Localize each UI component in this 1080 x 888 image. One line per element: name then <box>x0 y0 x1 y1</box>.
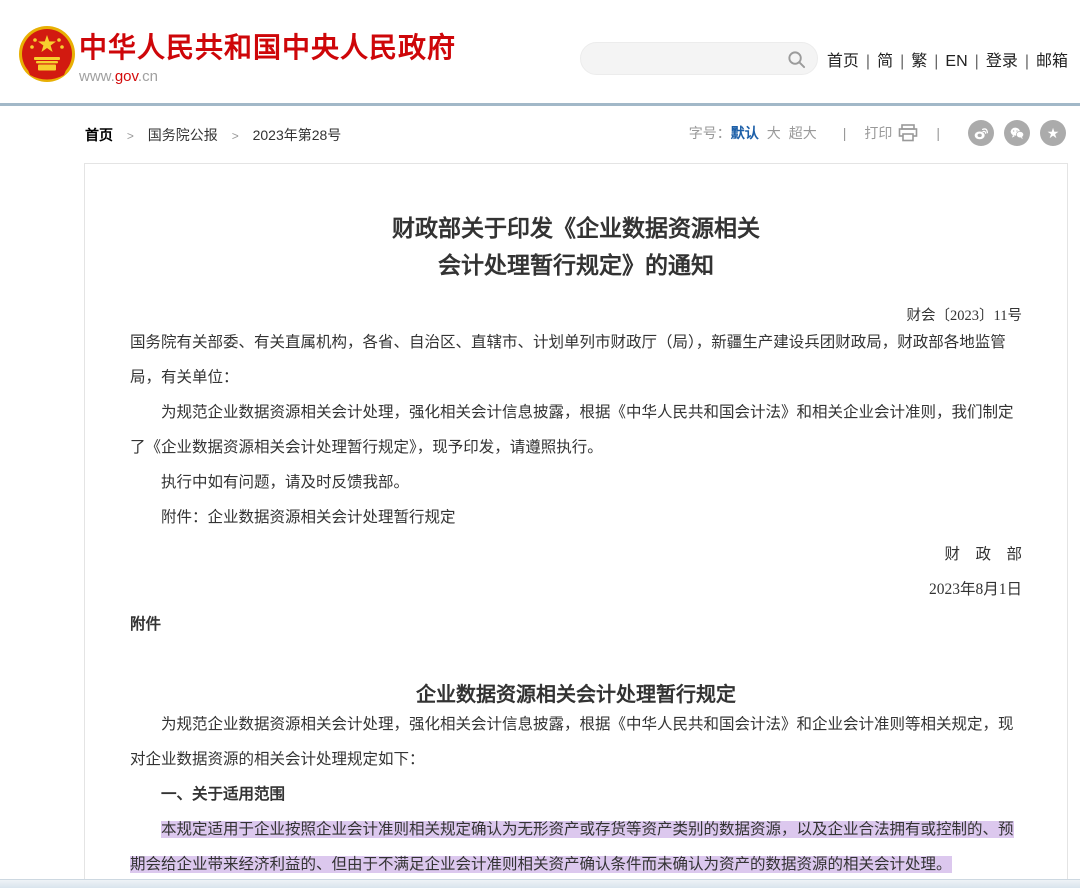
print-button[interactable]: 打印 <box>864 123 918 143</box>
signature-block: 财 政 部 2023年8月1日 <box>130 537 1022 607</box>
document-panel: 财政部关于印发《企业数据资源相关 会计处理暂行规定》的通知 财会〔2023〕11… <box>84 163 1068 888</box>
search-icon[interactable] <box>787 50 806 69</box>
font-size-xlarge-button[interactable]: 超大 <box>789 123 817 143</box>
toolbar-divider: | <box>936 125 940 141</box>
wechat-share-icon[interactable] <box>1004 120 1030 146</box>
document-number: 财会〔2023〕11号 <box>130 304 1022 325</box>
print-label: 打印 <box>864 123 892 143</box>
url-cn: .cn <box>138 68 158 85</box>
search-box <box>580 42 818 75</box>
nav-separator: | <box>1025 53 1029 70</box>
site-header: 中华人民共和国中央人民政府 www.gov.cn 首页 | 简 | 繁 | EN | 登录 | 邮箱 <box>0 0 1080 103</box>
site-brand: 中华人民共和国中央人民政府 www.gov.cn <box>79 33 456 85</box>
bottom-section-edge <box>0 879 1080 888</box>
breadcrumb: 首页 > 国务院公报 > 2023年第28号 <box>85 125 341 145</box>
favorite-star-icon[interactable]: ★ <box>1040 120 1066 146</box>
site-url: www.gov.cn <box>79 68 456 85</box>
top-nav: 首页 | 简 | 繁 | EN | 登录 | 邮箱 <box>827 47 1068 71</box>
highlight-selection: 本规定适用于企业按照企业会计准则相关规定确认为无形资产或存货等资产类别的数据资源… <box>130 821 1014 873</box>
attachment-title: 企业数据资源相关会计处理暂行规定 <box>130 678 1022 707</box>
addressee-paragraph: 国务院有关部委、有关直属机构，各省、自治区、直辖市、计划单列市财政厅（局），新疆… <box>130 325 1022 395</box>
font-size-label: 字号： <box>689 123 731 143</box>
breadcrumb-gazette[interactable]: 国务院公报 <box>148 127 218 143</box>
national-emblem-logo <box>18 25 76 83</box>
search-input[interactable] <box>595 43 775 74</box>
nav-separator: | <box>934 53 938 70</box>
print-icon <box>898 124 918 142</box>
breadcrumb-home[interactable]: 首页 <box>85 127 113 143</box>
nav-separator: | <box>975 53 979 70</box>
nav-mail[interactable]: 邮箱 <box>1036 53 1068 70</box>
breadcrumb-separator: > <box>127 129 134 143</box>
nav-home[interactable]: 首页 <box>827 53 859 70</box>
nav-english[interactable]: EN <box>945 53 967 70</box>
signature-date: 2023年8月1日 <box>130 572 1022 607</box>
site-title: 中华人民共和国中央人民政府 <box>79 33 456 63</box>
document-title: 财政部关于印发《企业数据资源相关 会计处理暂行规定》的通知 <box>130 210 1022 284</box>
document-title-line1: 财政部关于印发《企业数据资源相关 <box>130 210 1022 247</box>
document-title-line2: 会计处理暂行规定》的通知 <box>130 247 1022 284</box>
breadcrumb-current: 2023年第28号 <box>253 127 342 143</box>
body-paragraph-1: 为规范企业数据资源相关会计处理，强化相关会计信息披露，根据《中华人民共和国会计法… <box>130 395 1022 465</box>
nav-traditional[interactable]: 繁 <box>911 53 927 70</box>
body-paragraph-2: 执行中如有问题，请及时反馈我部。 <box>130 465 1022 500</box>
breadcrumb-separator: > <box>232 129 239 143</box>
page-toolbar: 字号： 默认 大 超大 | 打印 | <box>689 120 1066 146</box>
section-1-heading: 一、关于适用范围 <box>130 777 1022 812</box>
breadcrumb-toolbar-row: 首页 > 国务院公报 > 2023年第28号 字号： 默认 大 超大 | 打印 … <box>0 106 1080 163</box>
font-size-large-button[interactable]: 大 <box>767 123 781 143</box>
regulation-intro-paragraph: 为规范企业数据资源相关会计处理，强化相关会计信息披露，根据《中华人民共和国会计法… <box>130 707 1022 777</box>
url-gov: gov <box>115 68 138 85</box>
signature-ministry: 财 政 部 <box>130 537 1022 572</box>
nav-login[interactable]: 登录 <box>986 53 1018 70</box>
toolbar-divider: | <box>843 125 847 141</box>
attachment-label: 附件 <box>130 607 1022 642</box>
url-www: www. <box>79 68 115 85</box>
nav-separator: | <box>900 53 904 70</box>
font-size-default-button[interactable]: 默认 <box>731 123 759 143</box>
highlighted-paragraph: 本规定适用于企业按照企业会计准则相关规定确认为无形资产或存货等资产类别的数据资源… <box>130 812 1022 882</box>
weibo-share-icon[interactable] <box>968 120 994 146</box>
nav-separator: | <box>866 53 870 70</box>
nav-simplified[interactable]: 简 <box>877 53 893 70</box>
attachment-reference: 附件：企业数据资源相关会计处理暂行规定 <box>130 500 1022 535</box>
